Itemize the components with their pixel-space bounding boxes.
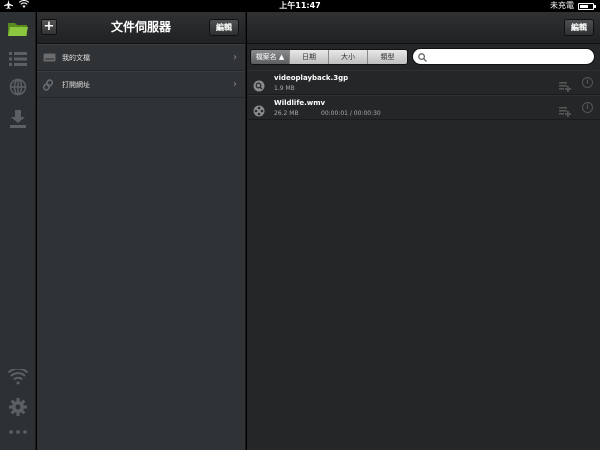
folder-icon[interactable] bbox=[0, 18, 36, 40]
battery-icon bbox=[578, 2, 596, 10]
sort-toolbar: 檔案名 ▲ 日期 大小 類型 bbox=[247, 44, 600, 70]
list-edit-button[interactable]: 編輯 bbox=[564, 19, 594, 36]
sort-by-size-button[interactable]: 大小 bbox=[329, 50, 368, 64]
add-to-playlist-icon[interactable] bbox=[559, 102, 572, 121]
search-input[interactable] bbox=[430, 52, 590, 61]
file-server-panel: + 文件伺服器 編輯 我的文檔 › 打開網址 › bbox=[37, 12, 246, 450]
more-icon[interactable] bbox=[0, 424, 36, 440]
link-icon bbox=[43, 78, 57, 91]
list-icon[interactable] bbox=[0, 48, 36, 70]
panel-title: 文件伺服器 bbox=[110, 20, 171, 34]
gear-icon[interactable] bbox=[0, 396, 36, 418]
file-size: 1.9 MB bbox=[274, 85, 295, 92]
icon-sidebar bbox=[0, 12, 36, 450]
wifi-share-icon[interactable] bbox=[0, 366, 36, 388]
sort-by-date-button[interactable]: 日期 bbox=[290, 50, 329, 64]
film-reel-icon bbox=[253, 102, 265, 117]
file-duration: 00:00:01 / 00:00:30 bbox=[321, 110, 381, 117]
server-item-my-documents[interactable]: 我的文檔 › bbox=[37, 44, 245, 71]
server-item-open-url[interactable]: 打開網址 › bbox=[37, 71, 245, 98]
file-name: videoplayback.3gp bbox=[274, 74, 349, 82]
drive-icon bbox=[43, 53, 57, 62]
chevron-right-icon: › bbox=[233, 79, 237, 90]
file-list-header: 編輯 bbox=[247, 12, 600, 44]
file-row[interactable]: videoplayback.3gp 1.9 MB i bbox=[247, 70, 600, 95]
server-item-label: 我的文檔 bbox=[62, 53, 90, 62]
file-row[interactable]: Wildlife.wmv 26.2 MB 00:00:01 / 00:00:30… bbox=[247, 95, 600, 120]
status-bar: 上午11:47 未充電 bbox=[0, 0, 600, 12]
info-icon[interactable]: i bbox=[582, 102, 593, 113]
panel-edit-button[interactable]: 編輯 bbox=[209, 19, 239, 36]
add-to-playlist-icon[interactable] bbox=[559, 77, 572, 96]
sort-by-name-button[interactable]: 檔案名 ▲ bbox=[251, 50, 290, 64]
info-icon[interactable]: i bbox=[582, 77, 593, 88]
file-server-header: + 文件伺服器 編輯 bbox=[37, 12, 245, 44]
sort-segmented-control: 檔案名 ▲ 日期 大小 類型 bbox=[250, 49, 408, 65]
sort-by-type-button[interactable]: 類型 bbox=[368, 50, 407, 64]
server-item-label: 打開網址 bbox=[62, 80, 90, 89]
chevron-right-icon: › bbox=[233, 52, 237, 63]
download-icon[interactable] bbox=[0, 108, 36, 130]
search-icon bbox=[418, 47, 427, 66]
status-time: 上午11:47 bbox=[279, 1, 321, 10]
file-size: 26.2 MB bbox=[274, 110, 299, 117]
add-server-button[interactable]: + bbox=[41, 19, 57, 35]
file-name: Wildlife.wmv bbox=[274, 99, 326, 107]
video-search-icon bbox=[253, 77, 265, 92]
globe-icon[interactable] bbox=[0, 76, 36, 98]
charging-status: 未充電 bbox=[550, 1, 574, 10]
file-list-area: 編輯 檔案名 ▲ 日期 大小 類型 videoplayback.3gp 1.9 … bbox=[247, 12, 600, 450]
search-box[interactable] bbox=[412, 48, 595, 65]
